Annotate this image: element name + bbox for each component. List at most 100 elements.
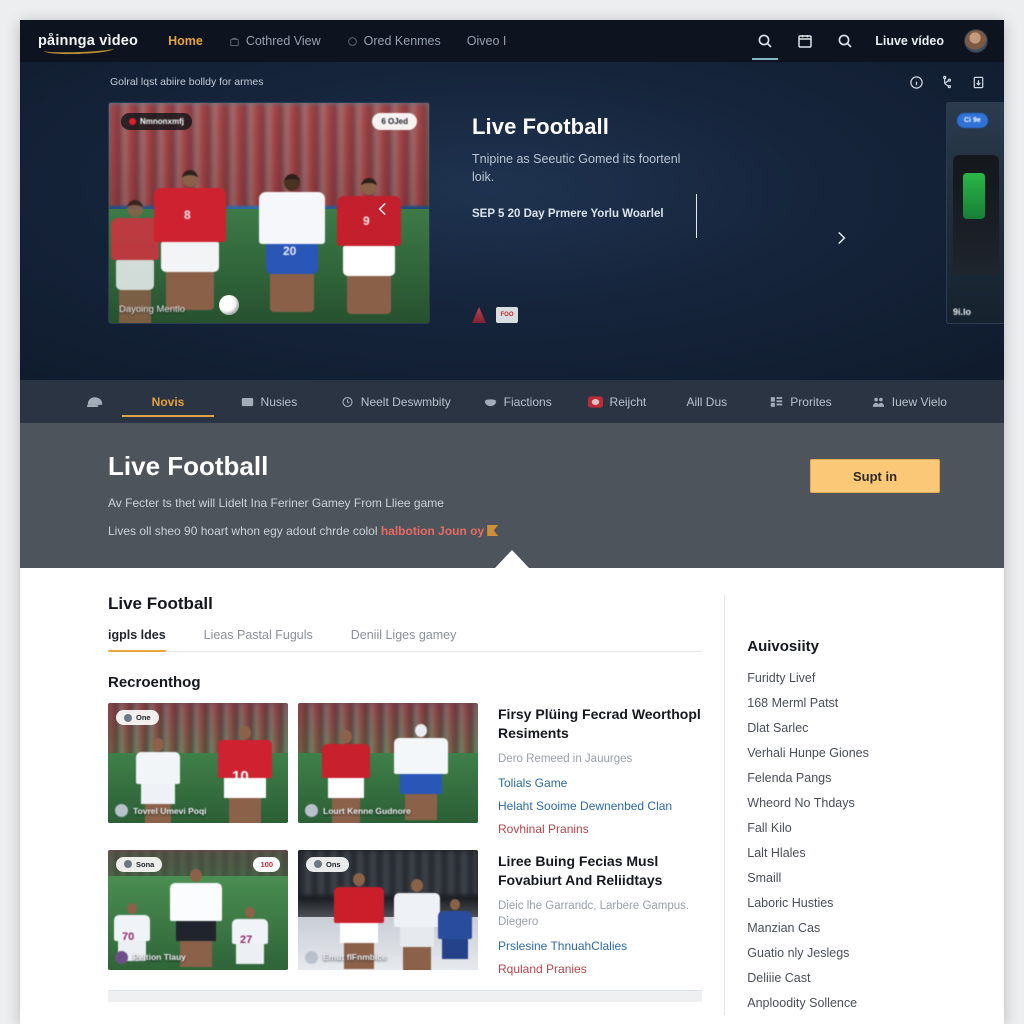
category-nusies[interactable]: Nusies [214,380,323,423]
clock-icon [342,396,353,407]
card-link-primary[interactable]: Prslesine ThnuahClalies [498,939,702,953]
video-thumbnail[interactable]: 10 One Tovrel Umevi Poqi [108,703,288,823]
category-iuew-vielo-label: Iuew Vielo [891,394,947,409]
sidebar-item-0[interactable]: Furidty Livef [747,665,984,690]
player-figure: 27 [232,907,268,965]
ticket-chip-icon: FOO [496,307,518,323]
content-column: Live Football igpls ldes Lieas Pastal Fu… [108,594,703,1015]
card-link-primary[interactable]: Tolials Game [498,776,702,790]
sidebar-item-10[interactable]: Manzian Cas [747,915,984,940]
nav-link-cothred-view[interactable]: Cothred View [229,34,321,48]
thumbnail-badge: Ons [306,856,349,872]
chevron-left-icon [378,202,386,216]
category-prorites-label: Prorites [790,394,832,409]
avatar[interactable] [964,29,988,53]
info-icon[interactable] [909,75,924,90]
jersey-number: 27 [240,934,253,947]
thumbnail-caption: Peltion Tlauy [115,950,186,964]
chevron-right-icon [837,231,845,245]
card-link-secondary[interactable]: Helaht Sooime Dewnenbed Clan [498,799,702,813]
share-icon[interactable] [940,75,955,90]
card-link-alt[interactable]: Rquland Pranies [498,962,702,976]
sidebar-item-7[interactable]: Lalt Hlales [747,840,984,865]
tab-deniil-liges-gamey[interactable]: Deniil Liges gamey [351,628,457,651]
calendar-button[interactable] [795,31,815,51]
search-button[interactable] [752,31,779,60]
thumbnail-badge-right: 100 [253,856,280,872]
card-text-block: Liree Buing Fecias Musl Fovabiurt And Re… [488,850,702,976]
card-subtitle: Dieic lhe Garrandc, Larbere Gampus. Dieg… [498,899,690,928]
brand-swoosh-icon [43,43,115,56]
carousel-prev-button[interactable] [78,194,688,224]
category-neelt-deswmbity[interactable]: Neelt Deswmbity [324,380,469,423]
category-iuew-vielo[interactable]: Iuew Vielo [855,380,964,423]
nav-link-home[interactable]: Home [168,34,203,48]
sidebar-item-1[interactable]: 168 Merml Patst [747,690,984,715]
card-title: Liree Buing Fecias Musl Fovabiurt And Re… [498,852,663,888]
carousel-next-button[interactable] [696,194,962,245]
tab-igpls-ldes[interactable]: igpls ldes [108,628,166,652]
thumbnail-caption-label: Tovrel Umevi Poqi [133,805,207,816]
nav-link-ored-kenmes-label: Ored Kenmes [363,34,441,48]
video-thumbnail[interactable]: Ons Emut flFnmbice [298,849,478,970]
nav-link-oiveo[interactable]: Oiveo I [467,34,507,48]
score-badge: 6 OJed [372,113,417,130]
category-fiactions-label: Fiactions [503,394,552,409]
thumbnail-badge-label: One [136,713,151,722]
player-figure: 10 [218,726,272,823]
category-helmet[interactable] [68,380,122,423]
sidebar-title: Auivosiity [747,638,819,655]
search-button-secondary[interactable] [835,31,855,51]
sign-up-button[interactable]: Supt in [810,459,940,493]
category-reijcht[interactable]: Reijcht [567,380,666,423]
tab-lieas-pastal-fuguls[interactable]: Lieas Pastal Fuguls [204,628,313,651]
sidebar-item-3[interactable]: Verhali Hunpe Giones [747,740,984,765]
download-icon[interactable] [971,75,986,90]
content-bottom-divider [108,989,703,1002]
app-window: påinnga vìdeo Home Cothred View Ored Ken… [20,20,1004,1024]
sidebar-item-12[interactable]: Deliiie Cast [747,965,984,990]
search-icon [838,34,852,48]
hero-banner: Golral lqst abiire bolldy for armes 8 20… [20,62,1004,380]
bowl-icon [484,398,496,406]
sidebar-item-8[interactable]: Smaill [747,865,984,890]
channel-avatar-icon [115,950,128,964]
card-link-alt[interactable]: Rovhinal Pranins [498,822,702,836]
hero-carousel: 8 20 9 Nmnonxmfj 6 OJed Dayoing Mentlo L… [20,102,1004,380]
live-dot-icon [129,118,136,125]
promo-line-2: Lives oll sheo 90 hoart whon egy adout c… [108,524,964,538]
badge-dot-icon [124,860,132,869]
promo-line-1: Av Fecter ts thet will Lidelt Ina Ferine… [108,496,444,510]
nav-link-ored-kenmes[interactable]: Ored Kenmes [347,34,441,48]
live-video-button[interactable]: Liuve vídeo [875,34,944,48]
hero-strip-icons [909,75,986,90]
category-aill-dus[interactable]: Aill Dus [666,380,747,423]
thumbnail-badge-label: Sona [136,859,155,869]
sidebar-item-5[interactable]: Wheord No Thdays [747,790,984,815]
nav-link-cothred-view-label: Cothred View [245,34,321,48]
thumbnail-badge: One [116,710,159,725]
channel-avatar-icon [305,804,318,817]
brand-logo[interactable]: påinnga vìdeo [38,33,138,56]
hero-subtitle: Tnipine as Seeutic Gomed its foortenl lo… [472,152,681,185]
sidebar-item-6[interactable]: Fall Kilo [747,815,984,840]
sidebar-item-4[interactable]: Felenda Pangs [747,765,984,790]
hero-chip-row: FOO [472,307,518,323]
live-badge: Nmnonxmfj [121,113,192,130]
thumbnail-caption-label: Peltion Tlauy [133,952,186,963]
category-novis[interactable]: Novis [121,380,215,423]
video-thumbnail[interactable]: 70 27 Sona 100 Peltion Tlauy [108,849,288,970]
sidebar-item-2[interactable]: Dlat Sarlec [747,715,984,740]
category-novis-label: Novis [151,394,185,409]
promo-inline-link[interactable]: halbotion Joun oy [380,524,499,538]
search-icon [758,34,772,48]
promo-inline-link-label: halbotion Joun oy [380,524,485,538]
sidebar-item-13[interactable]: Anploodity Sollence [747,990,984,1015]
badge-dot-icon [124,713,132,722]
sidebar-item-11[interactable]: Guatio nly Jeslegs [747,940,984,965]
category-reijcht-label: Reijcht [609,394,647,409]
category-fiactions[interactable]: Fiactions [468,380,567,423]
sidebar-item-9[interactable]: Laboric Husties [747,890,984,915]
video-thumbnail[interactable]: Lourt Kenne Gudnore [298,703,478,823]
category-prorites[interactable]: Prorites [747,380,855,423]
